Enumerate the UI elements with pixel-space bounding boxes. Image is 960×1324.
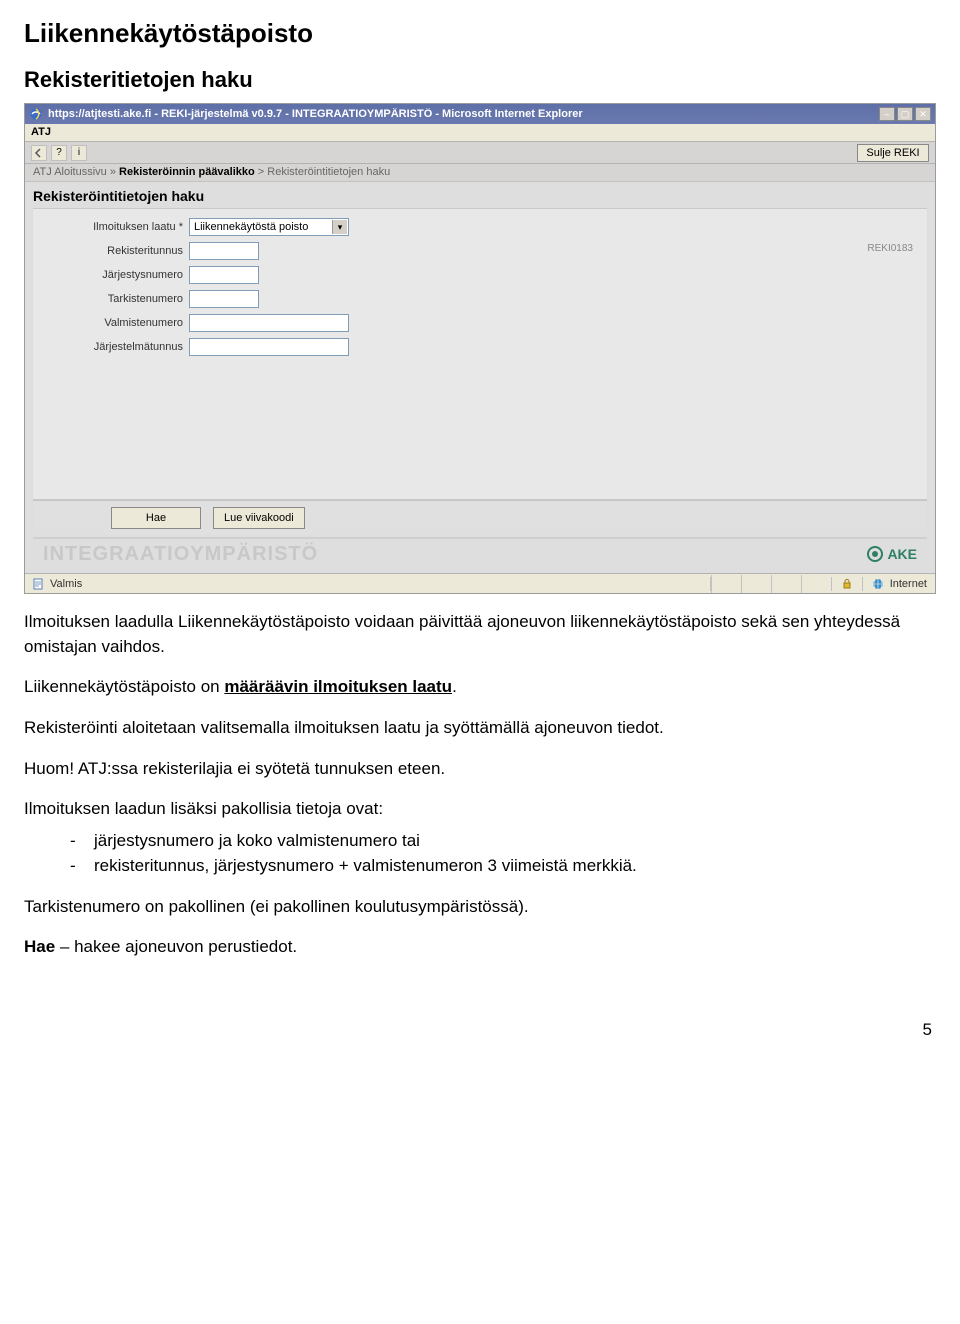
breadcrumb-part-1[interactable]: ATJ Aloitussivu (33, 166, 107, 178)
chevron-down-icon: ▾ (332, 220, 347, 234)
paragraph: Rekisteröinti aloitetaan valitsemalla il… (24, 716, 936, 741)
status-ready: Valmis (50, 578, 82, 590)
tarkistenumero-input[interactable] (189, 290, 259, 308)
back-button[interactable] (31, 145, 47, 161)
valmistenumero-label: Valmistenumero (33, 317, 189, 329)
paragraph: Ilmoituksen laadulla Liikennekäytöstäpoi… (24, 610, 936, 659)
help-icon[interactable]: ? (51, 145, 67, 161)
paragraph: Ilmoituksen laadun lisäksi pakollisia ti… (24, 797, 936, 822)
breadcrumb-part-3: Rekisteröintitietojen haku (267, 166, 390, 178)
paragraph: Hae – hakee ajoneuvon perustiedot. (24, 935, 936, 960)
screen-code: REKI0183 (867, 243, 913, 254)
paragraph: Liikennekäytöstäpoisto on määräävin ilmo… (24, 675, 936, 700)
rekisteritunnus-input[interactable] (189, 242, 259, 260)
globe-icon (871, 577, 885, 591)
jarjestelmatunnus-input[interactable] (189, 338, 349, 356)
breadcrumb-part-2[interactable]: Rekisteröinnin päävalikko (119, 166, 255, 178)
info-icon[interactable]: i (71, 145, 87, 161)
close-window-button[interactable]: ✕ (915, 107, 931, 121)
list-item: -järjestysnumero ja koko valmistenumero … (70, 828, 936, 854)
breadcrumb: ATJ Aloitussivu » Rekisteröinnin päävali… (25, 164, 935, 182)
jarjestysnumero-input[interactable] (189, 266, 259, 284)
window-title: https://atjtesti.ake.fi - REKI-järjestel… (48, 108, 879, 120)
ake-logo: AKE (867, 546, 917, 562)
status-zone: Internet (890, 578, 927, 590)
doc-heading-2: Rekisteritietojen haku (24, 67, 936, 93)
rekisteritunnus-label: Rekisteritunnus (33, 245, 189, 257)
page-title: Rekisteröintitietojen haku (33, 188, 927, 204)
ilmoituksen-laatu-value: Liikennekäytöstä poisto (194, 221, 308, 233)
close-reky-button[interactable]: Sulje REKI (857, 144, 929, 162)
tarkistenumero-label: Tarkistenumero (33, 293, 189, 305)
list-item: -rekisteritunnus, järjestysnumero + valm… (70, 853, 936, 879)
menubar[interactable]: ATJ (25, 124, 935, 142)
hae-button[interactable]: Hae (111, 507, 201, 529)
bullet-list: -järjestysnumero ja koko valmistenumero … (70, 828, 936, 879)
ie-icon (29, 107, 43, 121)
doc-heading-1: Liikennekäytöstäpoisto (24, 18, 936, 49)
ilmoituksen-laatu-label: Ilmoituksen laatu * (33, 221, 189, 233)
maximize-button[interactable]: ▢ (897, 107, 913, 121)
paragraph: Tarkistenumero on pakollinen (ei pakolli… (24, 895, 936, 920)
form-panel: REKI0183 Ilmoituksen laatu * Liikennekäy… (33, 208, 927, 500)
lock-icon (840, 577, 854, 591)
status-bar: Valmis Internet (25, 573, 935, 593)
minimize-button[interactable]: – (879, 107, 895, 121)
toolbar: ? i Sulje REKI (25, 142, 935, 164)
jarjestelmatunnus-label: Järjestelmätunnus (33, 341, 189, 353)
ilmoituksen-laatu-select[interactable]: Liikennekäytöstä poisto ▾ (189, 218, 349, 236)
window-titlebar: https://atjtesti.ake.fi - REKI-järjestel… (25, 104, 935, 124)
browser-window: https://atjtesti.ake.fi - REKI-järjestel… (24, 103, 936, 594)
lue-viivakoodi-button[interactable]: Lue viivakoodi (213, 507, 305, 529)
document-icon (31, 577, 45, 591)
page-number: 5 (24, 1020, 936, 1040)
ake-logo-icon (867, 546, 883, 562)
watermark: INTEGRAATIOYMPÄRISTÖ (43, 543, 318, 566)
paragraph: Huom! ATJ:ssa rekisterilajia ei syötetä … (24, 757, 936, 782)
ake-logo-text: AKE (887, 546, 917, 562)
valmistenumero-input[interactable] (189, 314, 349, 332)
jarjestysnumero-label: Järjestysnumero (33, 269, 189, 281)
